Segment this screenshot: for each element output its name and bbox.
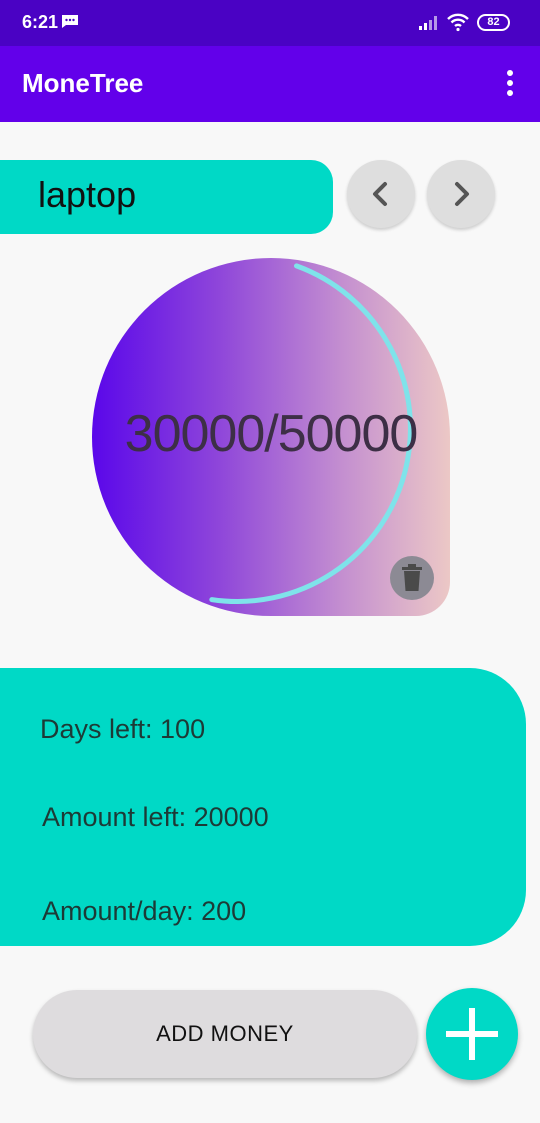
- add-goal-button[interactable]: [426, 988, 518, 1080]
- chevron-right-icon: [455, 182, 469, 206]
- chevron-left-icon: [373, 182, 387, 206]
- amount-left: Amount left: 20000: [42, 802, 269, 832]
- app-bar: MoneTree: [0, 46, 540, 122]
- add-money-button[interactable]: ADD MONEY: [33, 990, 417, 1078]
- signal-icon: [419, 16, 437, 30]
- trash-icon: [402, 564, 422, 591]
- wifi-icon: [447, 13, 469, 32]
- previous-goal-button[interactable]: [347, 160, 415, 228]
- next-goal-button[interactable]: [427, 160, 495, 228]
- days-left: Days left: 100: [40, 714, 206, 744]
- plus-icon: [446, 1008, 498, 1060]
- goal-name-card: laptop: [0, 160, 333, 234]
- progress-value: 30000/50000: [124, 405, 419, 463]
- status-bar: 6:21 82: [0, 0, 540, 46]
- message-icon: [62, 15, 78, 28]
- status-time: 6:21: [22, 12, 59, 32]
- more-vert-icon[interactable]: [500, 70, 520, 98]
- delete-goal-button[interactable]: [390, 556, 434, 600]
- stats-card: Days left: 100 Amount left: 20000 Amount…: [0, 668, 526, 946]
- goal-name: laptop: [38, 174, 137, 215]
- app-title: MoneTree: [22, 68, 144, 98]
- amount-per-day: Amount/day: 200: [42, 896, 247, 926]
- battery-icon: 82: [477, 14, 510, 31]
